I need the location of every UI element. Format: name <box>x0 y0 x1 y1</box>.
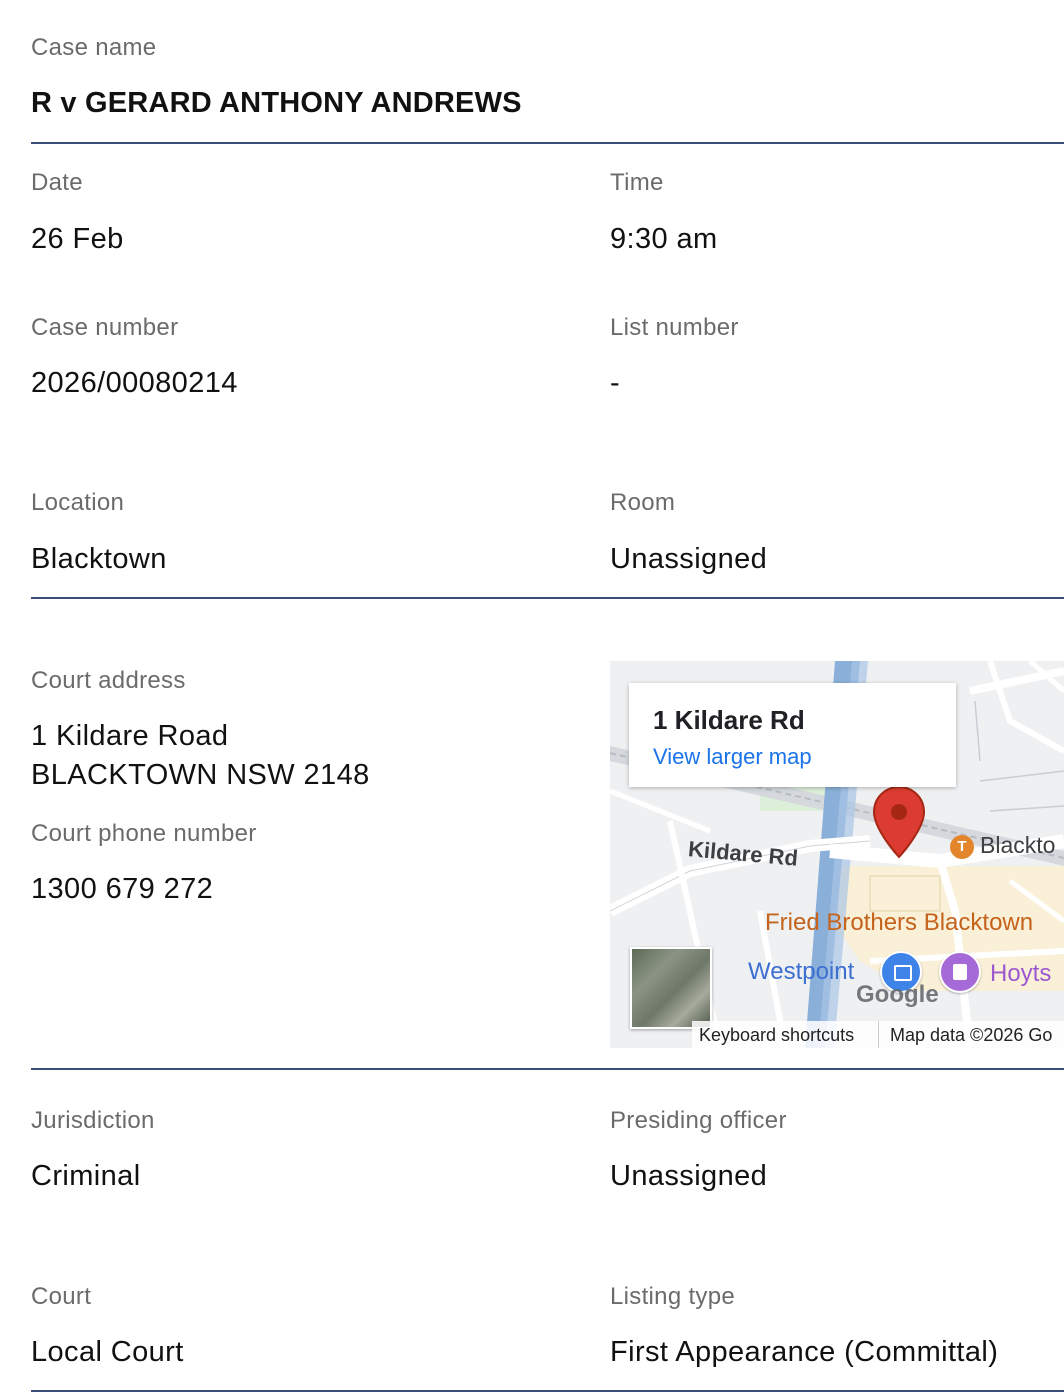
train-station-icon: T <box>950 835 974 859</box>
map-pin-icon[interactable] <box>872 785 926 859</box>
presiding-officer-label: Presiding officer <box>610 1107 787 1134</box>
map-data-attribution: Map data ©2026 Go <box>890 1025 1053 1045</box>
poi-westpoint[interactable]: Westpoint <box>748 960 854 984</box>
case-number-value: 2026/00080214 <box>31 367 238 399</box>
list-number-value: - <box>610 367 621 399</box>
map-info-title: 1 Kildare Rd <box>653 705 805 735</box>
court-address-line1: 1 Kildare Road <box>31 720 229 752</box>
divider <box>31 1390 1064 1392</box>
location-label: Location <box>31 489 125 516</box>
keyboard-shortcuts-link[interactable]: Keyboard shortcuts <box>699 1025 854 1046</box>
listing-type-label: Listing type <box>610 1283 736 1310</box>
time-label: Time <box>610 169 664 196</box>
poi-hoyts[interactable]: Hoyts <box>990 962 1051 986</box>
court-value: Local Court <box>31 1336 184 1368</box>
time-value: 9:30 am <box>610 223 718 255</box>
case-name-label: Case name <box>31 34 157 61</box>
google-logo: Google <box>856 981 939 1008</box>
case-name-value: R v GERARD ANTHONY ANDREWS <box>31 87 522 119</box>
map-info-card: 1 Kildare Rd View larger map <box>629 683 956 787</box>
court-address-line2: BLACKTOWN NSW 2148 <box>31 759 370 791</box>
divider <box>31 597 1064 599</box>
cinema-icon <box>939 951 981 993</box>
court-map[interactable]: Kildare Rd T Blackto Fried Brothers Blac… <box>610 661 1064 1048</box>
map-attribution-bar: Keyboard shortcuts Map data ©2026 Go <box>692 1021 1064 1048</box>
date-label: Date <box>31 169 83 196</box>
room-label: Room <box>610 489 676 516</box>
poi-fried-brothers[interactable]: Fried Brothers Blacktown <box>765 911 1033 935</box>
court-phone-label: Court phone number <box>31 820 257 847</box>
divider <box>31 1068 1064 1070</box>
presiding-officer-value: Unassigned <box>610 1160 768 1192</box>
date-value: 26 Feb <box>31 223 124 255</box>
station-label[interactable]: Blackto <box>980 834 1055 857</box>
court-phone-value[interactable]: 1300 679 272 <box>31 875 213 904</box>
court-address-label: Court address <box>31 667 186 694</box>
view-larger-map-link[interactable]: View larger map <box>653 744 812 770</box>
list-number-label: List number <box>610 314 739 341</box>
location-value: Blacktown <box>31 543 167 575</box>
court-label: Court <box>31 1283 92 1310</box>
room-value: Unassigned <box>610 543 768 575</box>
divider <box>31 142 1064 144</box>
jurisdiction-value: Criminal <box>31 1160 141 1192</box>
satellite-toggle[interactable] <box>630 947 712 1029</box>
case-number-label: Case number <box>31 314 179 341</box>
jurisdiction-label: Jurisdiction <box>31 1107 155 1134</box>
listing-type-value: First Appearance (Committal) <box>610 1336 999 1368</box>
attribution-separator <box>878 1021 879 1048</box>
